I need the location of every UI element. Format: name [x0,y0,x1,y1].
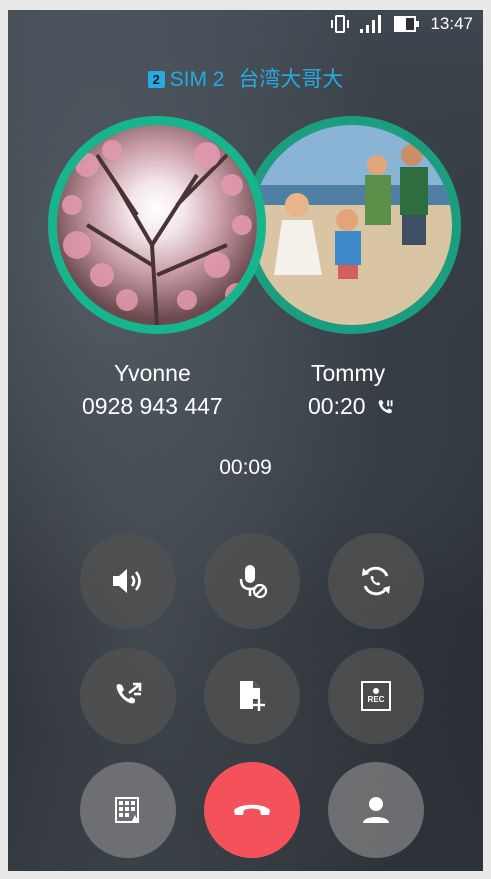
hangup-icon [231,800,273,820]
sim-label: SIM 2 [169,68,225,91]
end-call-button[interactable] [204,762,300,858]
caller-avatar-yvonne[interactable] [48,116,266,334]
sim-badge: 2 [147,71,165,88]
dialpad-button[interactable] [80,762,176,858]
speaker-icon [111,566,145,596]
status-bar: 13:47 [330,14,473,34]
caller-name-yvonne: Yvonne [114,360,191,386]
person-icon [361,795,391,825]
status-time: 13:47 [430,14,473,33]
sim-indicator: 2 SIM 2 台湾大哥大 [0,63,491,93]
caller-name-tommy: Tommy [311,360,386,386]
swap-call-button[interactable] [328,533,424,629]
caller-number-yvonne: 0928 943 447 [82,393,223,419]
contacts-button[interactable] [328,762,424,858]
rec-icon: REC [361,681,391,711]
caller-duration-tommy: 00:20 [308,393,366,419]
blossom-photo [57,125,257,325]
vibrate-icon [330,15,350,33]
caller-avatar-tommy[interactable] [243,116,461,334]
note-add-icon [237,679,267,713]
battery-icon [394,16,420,32]
speaker-button[interactable] [80,533,176,629]
mute-button[interactable] [204,533,300,629]
rec-label: REC [367,695,385,704]
swap-icon [359,564,393,598]
merge-call-button[interactable] [80,648,176,744]
screen-frame [0,0,491,879]
mic-off-icon [236,563,268,599]
call-timer: 00:09 [219,456,272,479]
call-hold-icon [376,398,394,421]
signal-icon [360,15,384,33]
record-button[interactable]: REC [328,648,424,744]
call-merge-icon [113,681,143,711]
dialpad-icon [113,795,143,825]
carrier-name: 台湾大哥大 [238,68,344,91]
add-note-button[interactable] [204,648,300,744]
beach-family-photo [252,125,452,325]
